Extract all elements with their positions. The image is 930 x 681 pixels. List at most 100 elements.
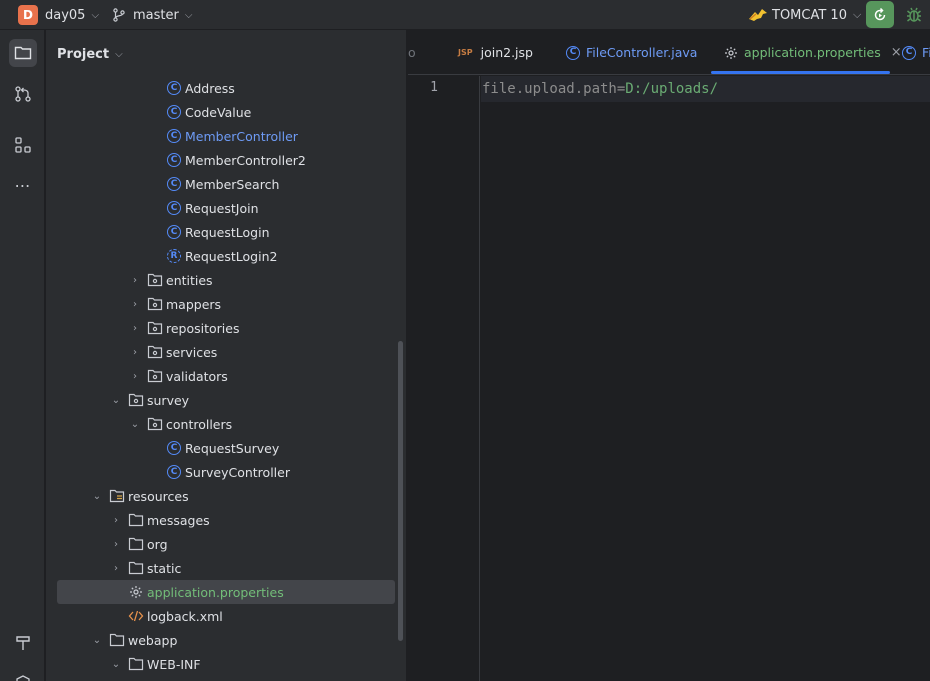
tree-row-static[interactable]: › static bbox=[57, 556, 395, 580]
package-folder-icon bbox=[128, 392, 144, 408]
project-panel-header[interactable]: Project ⌵ bbox=[46, 30, 406, 78]
tree-row-web-inf[interactable]: ⌄ WEB-INF bbox=[57, 652, 395, 676]
property-equals: = bbox=[616, 81, 626, 97]
tree-row-requestlogin[interactable]: C RequestLogin bbox=[57, 220, 395, 244]
chevron-down-icon[interactable]: ⌄ bbox=[91, 491, 103, 502]
more-tools-button[interactable]: ⋯ bbox=[9, 171, 37, 199]
services-tool-button[interactable] bbox=[9, 668, 37, 681]
folder-icon bbox=[128, 512, 144, 528]
tree-row-codevalue[interactable]: C CodeValue bbox=[57, 100, 395, 124]
tree-row-org[interactable]: › org bbox=[57, 532, 395, 556]
tree-scrollbar[interactable] bbox=[398, 341, 403, 641]
debug-button[interactable] bbox=[905, 0, 923, 30]
chevron-down-icon[interactable]: ⌄ bbox=[110, 395, 122, 406]
close-icon[interactable]: × bbox=[891, 45, 902, 60]
tree-item-label: WEB-INF bbox=[147, 656, 201, 672]
tool-window-strip: ⋯ bbox=[0, 30, 45, 681]
tree-row-membercontroller[interactable]: C MemberController bbox=[57, 124, 395, 148]
chevron-down-icon[interactable]: ⌄ bbox=[91, 635, 103, 646]
class-icon: C bbox=[566, 45, 580, 60]
bug-icon bbox=[905, 6, 923, 24]
tree-row-validators[interactable]: › validators bbox=[57, 364, 395, 388]
tree-row-requestlogin2[interactable]: R RequestLogin2 bbox=[57, 244, 395, 268]
chevron-down-icon[interactable]: ⌄ bbox=[110, 659, 122, 670]
tree-row-mappers[interactable]: › mappers bbox=[57, 292, 395, 316]
gear-icon bbox=[724, 46, 738, 60]
chevron-right-icon[interactable]: › bbox=[110, 539, 122, 550]
class-icon: C bbox=[167, 81, 181, 95]
project-tool-button[interactable] bbox=[9, 39, 37, 67]
tree-row-messages[interactable]: › messages bbox=[57, 508, 395, 532]
tree-row-controllers[interactable]: ⌄ controllers bbox=[57, 412, 395, 436]
chevron-right-icon[interactable]: › bbox=[129, 371, 141, 382]
tree-row-webapp[interactable]: ⌄ webapp bbox=[57, 628, 395, 652]
tree-item-label: services bbox=[166, 344, 218, 360]
chevron-right-icon[interactable]: › bbox=[129, 275, 141, 286]
run-config-selector[interactable]: TOMCAT 10 ⌵ bbox=[748, 0, 861, 30]
code-line[interactable]: file.upload.path = D:/uploads/ bbox=[481, 76, 930, 102]
chevron-down-icon[interactable]: ⌄ bbox=[129, 419, 141, 430]
branch-name: master bbox=[133, 7, 179, 23]
tree-row-requestjoin[interactable]: C RequestJoin bbox=[57, 196, 395, 220]
structure-tool-button[interactable] bbox=[9, 131, 37, 159]
folder-icon bbox=[14, 45, 32, 61]
class-icon: C bbox=[167, 201, 181, 215]
build-tool-button[interactable] bbox=[9, 629, 37, 657]
class-icon: C bbox=[167, 105, 181, 119]
editor-tab-bar: o JSP join2.jsp C FileController.java ap… bbox=[408, 30, 930, 75]
chevron-right-icon[interactable]: › bbox=[110, 515, 122, 526]
commit-tool-button[interactable] bbox=[9, 80, 37, 108]
tree-item-label: entities bbox=[166, 272, 213, 288]
property-key: file.upload.path bbox=[482, 81, 617, 97]
tree-item-label: RequestJoin bbox=[185, 200, 259, 216]
tab-partial[interactable]: o bbox=[408, 30, 416, 74]
tree-item-label: static bbox=[147, 560, 182, 576]
tree-row-entities[interactable]: › entities bbox=[57, 268, 395, 292]
tab-filecontroller-java[interactable]: C FileController.java bbox=[566, 30, 698, 74]
tree-row-address[interactable]: C Address bbox=[57, 76, 395, 100]
code-editor[interactable]: 1 file.upload.path = D:/uploads/ bbox=[408, 76, 930, 681]
git-branch-icon bbox=[112, 8, 126, 22]
tree-row-membercontroller2[interactable]: C MemberController2 bbox=[57, 148, 395, 172]
tab-label: FileController.java bbox=[586, 45, 698, 60]
gear-icon bbox=[128, 584, 144, 600]
package-folder-icon bbox=[147, 368, 163, 384]
branch-switcher[interactable]: master ⌵ bbox=[112, 0, 192, 30]
tree-item-label: RequestLogin bbox=[185, 224, 270, 240]
line-gutter: 1 bbox=[408, 76, 480, 681]
tree-item-label: repositories bbox=[166, 320, 240, 336]
tab-application-properties[interactable]: application.properties × bbox=[724, 30, 902, 74]
tree-row-surveycontroller[interactable]: C SurveyController bbox=[57, 460, 395, 484]
resources-folder-icon bbox=[109, 488, 125, 504]
rerun-button[interactable] bbox=[866, 1, 894, 28]
tree-row-requestsurvey[interactable]: C RequestSurvey bbox=[57, 436, 395, 460]
tree-row-application-properties[interactable]: application.properties bbox=[57, 580, 395, 604]
tree-row-services[interactable]: › services bbox=[57, 340, 395, 364]
tree-row-resources[interactable]: ⌄ resources bbox=[57, 484, 395, 508]
xml-file-icon bbox=[128, 608, 144, 624]
chevron-right-icon[interactable]: › bbox=[129, 323, 141, 334]
chevron-right-icon[interactable]: › bbox=[129, 347, 141, 358]
chevron-right-icon[interactable]: › bbox=[110, 563, 122, 574]
rerun-icon bbox=[872, 7, 888, 23]
folder-icon bbox=[128, 560, 144, 576]
tree-row-survey[interactable]: ⌄ survey bbox=[57, 388, 395, 412]
folder-icon bbox=[128, 656, 144, 672]
tab-next[interactable]: C Fi bbox=[902, 30, 930, 74]
property-value: D:/uploads/ bbox=[625, 81, 719, 97]
tree-row-membersearch[interactable]: C MemberSearch bbox=[57, 172, 395, 196]
package-folder-icon bbox=[147, 416, 163, 432]
tree-item-label: mappers bbox=[166, 296, 222, 312]
active-tab-indicator bbox=[711, 71, 890, 74]
tree-row-repositories[interactable]: › repositories bbox=[57, 316, 395, 340]
chevron-right-icon[interactable]: › bbox=[129, 299, 141, 310]
line-number: 1 bbox=[430, 80, 438, 95]
more-horizontal-icon: ⋯ bbox=[14, 175, 32, 195]
class-icon: C bbox=[167, 465, 181, 479]
tree-row-logback-xml[interactable]: logback.xml bbox=[57, 604, 395, 628]
class-icon: C bbox=[167, 177, 181, 191]
tab-label: application.properties bbox=[744, 45, 881, 60]
tomcat-icon bbox=[748, 7, 768, 23]
project-switcher[interactable]: D day05 ⌵ bbox=[18, 0, 99, 30]
tab-join2-jsp[interactable]: JSP join2.jsp bbox=[458, 30, 533, 74]
